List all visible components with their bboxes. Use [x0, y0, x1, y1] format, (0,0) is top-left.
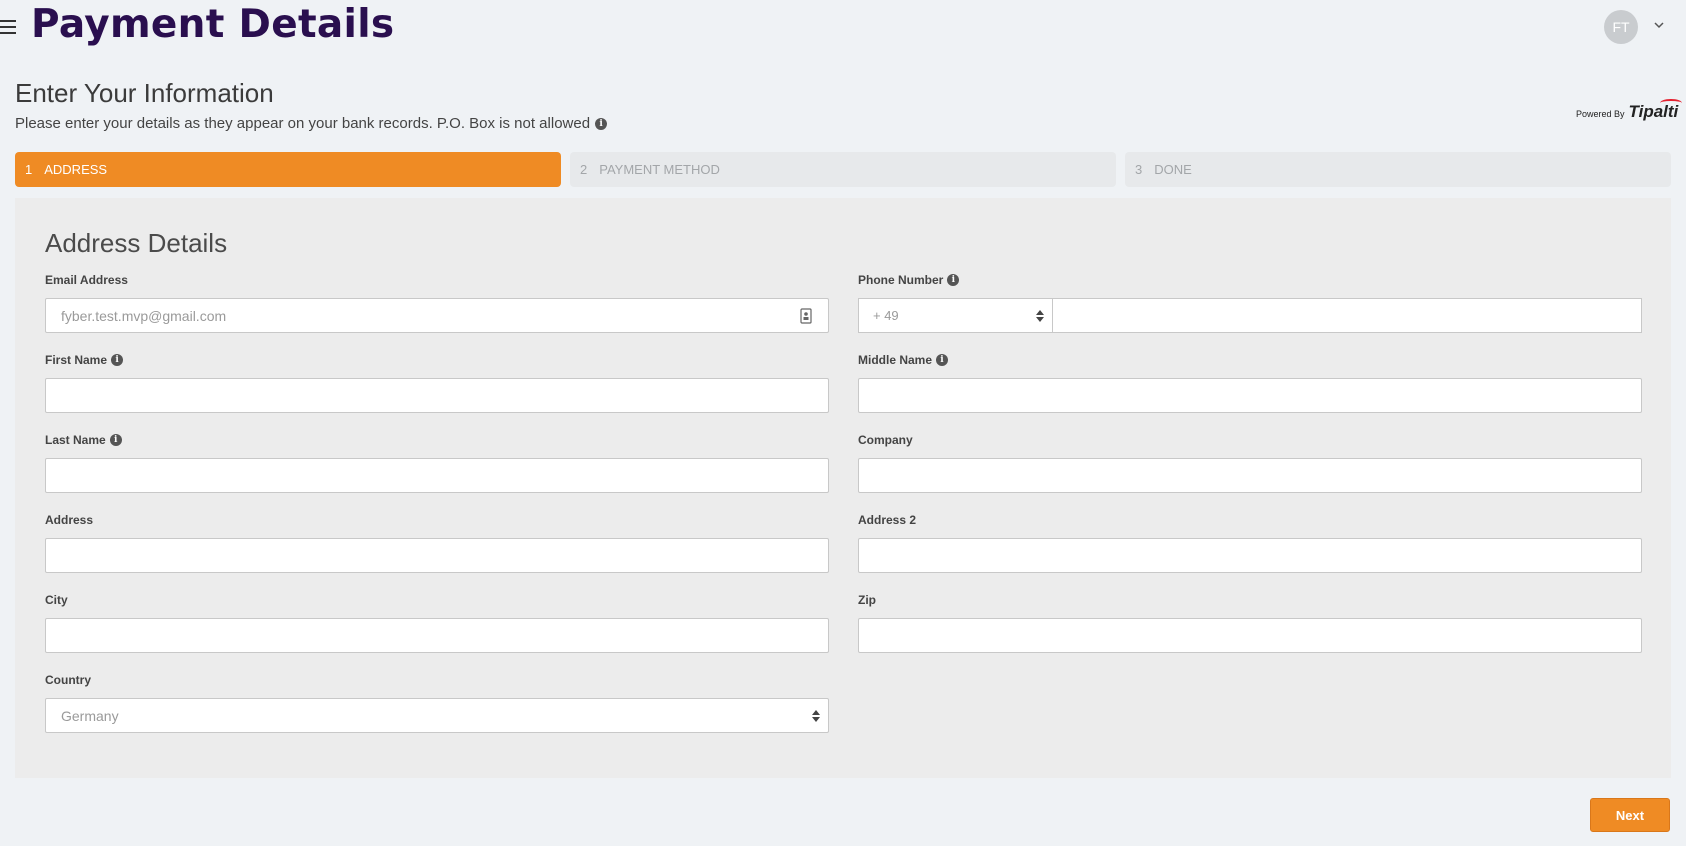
step-number: 2 — [580, 162, 588, 177]
zip-field-group: Zip — [858, 592, 1642, 653]
first-name-label: First Name i — [45, 352, 829, 368]
sort-arrows-icon — [812, 710, 820, 722]
brand-logo: Tipalti — [1629, 99, 1683, 122]
step-done[interactable]: 3 DONE — [1125, 152, 1671, 187]
country-code-select[interactable]: + 49 — [858, 298, 1053, 333]
city-input[interactable] — [45, 618, 829, 653]
email-label: Email Address — [45, 273, 128, 287]
country-value: Germany — [61, 707, 119, 724]
brand-swoosh — [1660, 99, 1683, 107]
country-select[interactable]: Germany — [45, 698, 829, 733]
next-button[interactable]: Next — [1590, 798, 1670, 832]
address-input[interactable] — [45, 538, 829, 573]
page-title: Payment Details — [31, 2, 395, 47]
chevron-down-icon[interactable] — [1652, 18, 1666, 32]
country-code-value: + 49 — [873, 308, 899, 323]
menu-icon[interactable] — [0, 20, 16, 34]
country-label: Country — [45, 673, 91, 687]
phone-input-row: + 49 — [858, 298, 1642, 333]
city-field-group: City — [45, 592, 829, 653]
step-payment-method[interactable]: 2 PAYMENT METHOD — [570, 152, 1116, 187]
step-label: PAYMENT METHOD — [599, 162, 720, 177]
zip-label: Zip — [858, 593, 876, 607]
sort-arrows-icon — [1036, 310, 1044, 322]
first-name-field-group: First Name i — [45, 352, 829, 413]
contact-card-icon[interactable] — [800, 308, 812, 324]
stepper: 1 ADDRESS 2 PAYMENT METHOD 3 DONE — [15, 152, 1671, 187]
address2-field-group: Address 2 — [858, 512, 1642, 573]
address2-label: Address 2 — [858, 513, 917, 527]
email-field-group: Email Address fyber.test.mvp@gmail.com — [45, 272, 829, 333]
first-name-input[interactable] — [45, 378, 829, 413]
address-field-group: Address — [45, 512, 829, 573]
last-name-label: Last Name i — [45, 432, 829, 448]
info-title: Enter Your Information — [15, 78, 274, 108]
address-form-panel: Address Details Email Address fyber.test… — [15, 198, 1671, 778]
form-title: Address Details — [45, 228, 228, 258]
phone-label-text: Phone Number — [858, 273, 944, 287]
info-icon[interactable]: i — [595, 117, 608, 130]
phone-label: Phone Number i — [858, 272, 1642, 288]
last-name-field-group: Last Name i — [45, 432, 829, 493]
email-value: fyber.test.mvp@gmail.com — [61, 307, 227, 324]
middle-name-label-text: Middle Name — [858, 353, 933, 367]
last-name-label-text: Last Name — [45, 433, 106, 447]
step-number: 1 — [25, 162, 33, 177]
page: Payment Details FT Enter Your Informatio… — [0, 0, 1686, 846]
step-label: ADDRESS — [44, 162, 108, 177]
step-label: DONE — [1154, 162, 1192, 177]
phone-field-group: Phone Number i + 49 — [858, 272, 1642, 333]
powered-by-label: Powered By — [1576, 109, 1625, 119]
step-number: 3 — [1135, 162, 1143, 177]
info-subtitle-text: Please enter your details as they appear… — [15, 115, 591, 132]
zip-input[interactable] — [858, 618, 1642, 653]
country-field-group: Country Germany — [45, 672, 829, 733]
middle-name-label: Middle Name i — [858, 352, 1642, 368]
middle-name-input[interactable] — [858, 378, 1642, 413]
info-icon[interactable]: i — [936, 354, 949, 366]
last-name-input[interactable] — [45, 458, 829, 493]
info-subtitle: Please enter your details as they appear… — [15, 115, 608, 132]
middle-name-field-group: Middle Name i — [858, 352, 1642, 413]
address-label: Address — [45, 513, 94, 527]
info-icon[interactable]: i — [111, 354, 124, 366]
email-field[interactable]: fyber.test.mvp@gmail.com — [45, 298, 829, 333]
company-input[interactable] — [858, 458, 1642, 493]
company-label: Company — [858, 433, 913, 447]
first-name-label-text: First Name — [45, 353, 108, 367]
powered-by: Powered By Tipalti — [1576, 99, 1683, 122]
phone-number-input[interactable] — [1053, 298, 1642, 333]
info-icon[interactable]: i — [947, 274, 960, 286]
avatar[interactable]: FT — [1604, 10, 1638, 44]
company-field-group: Company — [858, 432, 1642, 493]
step-address[interactable]: 1 ADDRESS — [15, 152, 561, 187]
city-label: City — [45, 593, 68, 607]
address2-input[interactable] — [858, 538, 1642, 573]
info-icon[interactable]: i — [109, 434, 122, 446]
